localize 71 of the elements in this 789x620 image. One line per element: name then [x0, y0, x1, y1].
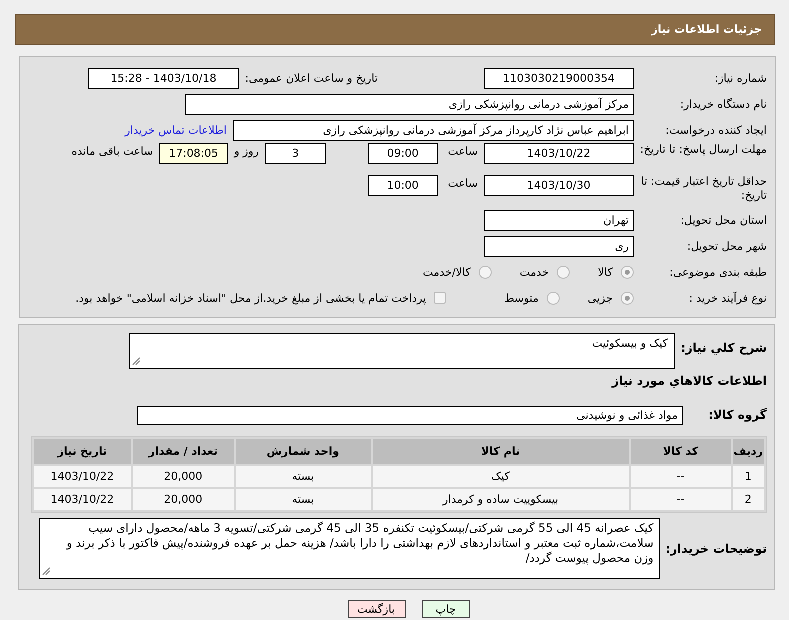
resize-grip-icon[interactable]: [42, 567, 51, 576]
field-label: ساعت: [448, 145, 478, 158]
buyer-contact-link[interactable]: اطلاعات تماس خریدار: [125, 124, 227, 136]
table-cell: --: [631, 489, 731, 510]
field-label: طبقه بندی موضوعی:: [668, 266, 768, 278]
read-only-field: مواد غذائی و نوشیدنی: [137, 406, 683, 424]
table-cell: کیک: [372, 466, 629, 487]
column-header: تعداد / مقدار: [132, 439, 234, 464]
column-header: ردیف: [732, 439, 764, 464]
field-label: کالا: [598, 266, 613, 278]
text-area[interactable]: کیک و بیسکوئیت: [129, 333, 676, 369]
table-cell: 1403/10/22: [34, 489, 131, 510]
text-area[interactable]: [38, 518, 660, 579]
resize-grip-icon[interactable]: [132, 357, 142, 366]
field-label: کالا/خدمت: [423, 266, 471, 278]
radio-button[interactable]: [621, 266, 634, 278]
table-cell: 20,000: [132, 489, 234, 510]
field-label: متوسط: [504, 292, 539, 304]
table-cell: --: [631, 466, 731, 487]
radio-button[interactable]: [621, 292, 634, 304]
read-only-field: 10:00: [368, 175, 438, 196]
section-title: اطلاعات کالاهاي مورد نیاز: [612, 374, 767, 388]
field-label: ساعت: [448, 177, 478, 190]
field-label: گروه کالا:: [708, 408, 767, 422]
column-header: واحد شمارش: [236, 439, 371, 464]
field-label: جزیی: [588, 292, 613, 304]
table-cell: 1: [732, 466, 764, 487]
print-button[interactable]: چاپ: [422, 600, 470, 618]
field-label: روز و: [234, 145, 260, 158]
field-label: نام دستگاه خریدار:: [679, 98, 768, 110]
column-header: تاریخ نیاز: [34, 439, 131, 464]
table-cell: 20,000: [132, 466, 234, 487]
table-cell: 2: [732, 489, 764, 510]
field-label: حداقل تاریخ اعتبار قیمت: تا تاریخ:: [640, 175, 768, 203]
table-cell: بسته: [236, 466, 371, 487]
read-only-field: مرکز آموزشی درمانی روانپزشکی رازی: [185, 94, 634, 114]
field-label: شرح کلي نیاز:: [681, 341, 767, 355]
page-header: جزئیات اطلاعات نیاز: [15, 14, 775, 45]
read-only-field: 17:08:05: [159, 143, 228, 164]
field-label: نوع فرآیند خرید :: [688, 292, 768, 304]
back-button[interactable]: بازگشت: [348, 600, 406, 618]
read-only-field: 1403/10/18 - 15:28: [88, 68, 240, 88]
read-only-field: تهران: [484, 210, 634, 230]
field-label: تاریخ و ساعت اعلان عمومی:: [245, 72, 378, 84]
read-only-field: ابراهیم عباس نژاد کارپرداز مرکز آموزشی درمانی روانپزشکی رازی: [233, 120, 634, 140]
table-cell: بیسکوییت ساده و کرمدار: [372, 489, 629, 510]
text-area-value: کیک عصرانه 45 الی 55 گرمی شرکتی/بیسکوئیت تکنفره 35 الی 45 گرمی شرکتی/تسویه 3 ماهه/محصول دارای سیب سلامت،شماره ثبت معتبر و استانداردهای لازم بهداشتی را دارا باشد/ هزینه حمل بر عهده فروشنده/پیش فاکتور با ذکر برند و وزن محصول پیوست گردد/: [66, 521, 654, 565]
radio-button[interactable]: [546, 292, 560, 304]
read-only-field: 09:00: [368, 143, 438, 164]
read-only-field: 1103030219000354: [484, 68, 634, 88]
field-label: شهر محل تحویل:: [686, 240, 768, 252]
read-only-field: 1403/10/30: [484, 175, 634, 196]
field-label: مهلت ارسال پاسخ: تا تاریخ:: [640, 143, 768, 157]
read-only-field: 3: [265, 143, 326, 164]
radio-button[interactable]: [478, 266, 492, 278]
checkbox[interactable]: [434, 292, 446, 304]
field-label: خدمت: [520, 266, 550, 278]
column-header: نام کالا: [372, 439, 629, 464]
field-label: ایجاد کننده درخواست:: [664, 124, 768, 136]
radio-button[interactable]: [557, 266, 570, 278]
read-only-field: ری: [484, 236, 634, 256]
table-cell: 1403/10/22: [34, 466, 131, 487]
field-label: ساعت باقی مانده: [72, 145, 154, 158]
read-only-field: 1403/10/22: [484, 143, 634, 164]
field-label: پرداخت تمام یا بخشی از مبلغ خرید.از محل "اسناد خزانه اسلامی" خواهد بود.: [76, 292, 426, 304]
table-cell: بسته: [236, 489, 371, 510]
field-label: استان محل تحویل:: [680, 214, 768, 226]
field-label: شماره نیاز:: [714, 72, 768, 84]
field-label: توضیحات خریدار:: [666, 542, 767, 556]
text-area-value: کیک و بیسکوئیت: [592, 337, 668, 350]
column-header: کد کالا: [631, 439, 731, 464]
